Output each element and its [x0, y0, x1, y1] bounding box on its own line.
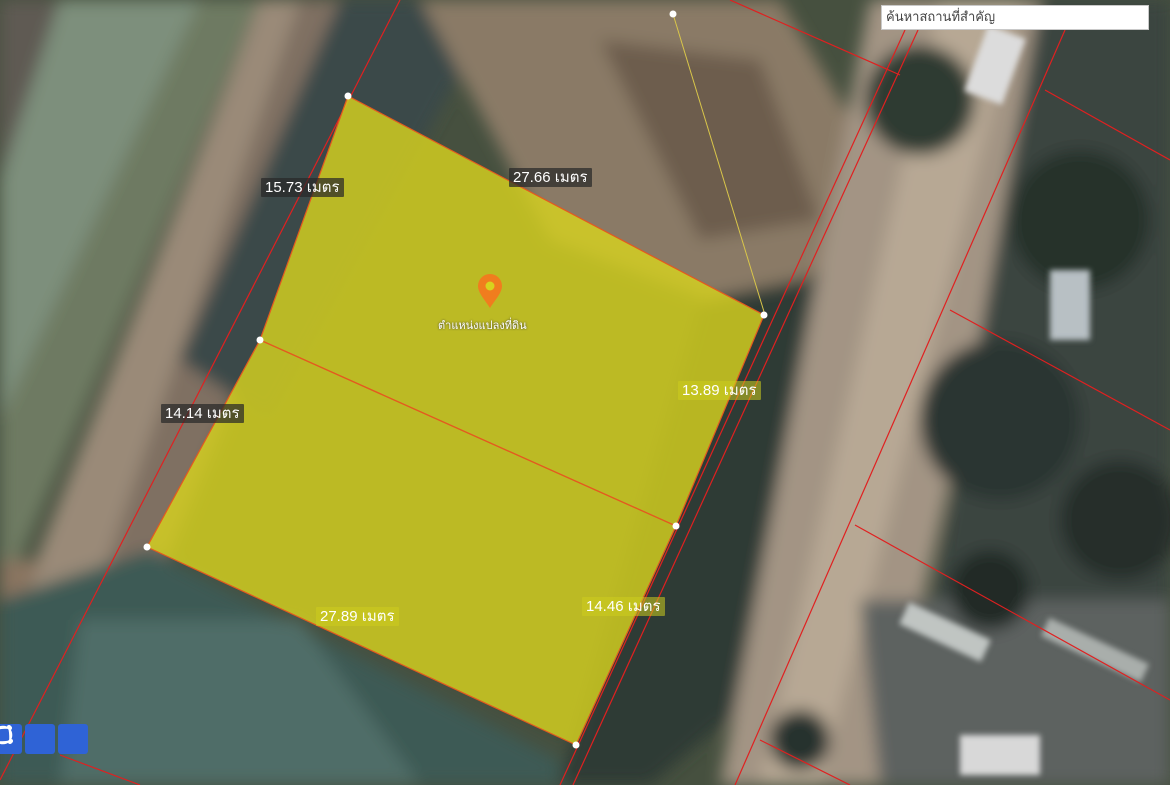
- measurement-bottom: 27.89 เมตร: [316, 607, 399, 626]
- landmark-search-input[interactable]: [881, 5, 1149, 30]
- measurement-right-lower: 14.46 เมตร: [582, 597, 665, 616]
- vertex-handle: [669, 10, 677, 18]
- vertex-handle: [672, 522, 680, 530]
- vertex-handle: [344, 92, 352, 100]
- vertex-handle: [143, 543, 151, 551]
- measurement-right-upper: 13.89 เมตร: [678, 381, 761, 400]
- parcel-location-label: ตำแหน่งแปลงที่ดิน: [438, 319, 527, 332]
- vertex-handle: [256, 336, 264, 344]
- draw-circle-button[interactable]: [0, 724, 88, 754]
- satellite-map[interactable]: ตำแหน่งแปลงที่ดิน 27.66 เมตร 15.73 เมตร …: [0, 0, 1170, 785]
- measurement-left-upper: 15.73 เมตร: [261, 178, 344, 197]
- measurement-left-lower: 14.14 เมตร: [161, 404, 244, 423]
- vertex-handle: [572, 741, 580, 749]
- draw-circle-icon: [0, 725, 13, 745]
- draw-rectangle-button[interactable]: [0, 724, 55, 754]
- drawing-toolbar: [0, 724, 88, 754]
- map-canvas[interactable]: [0, 0, 1170, 785]
- measurement-top: 27.66 เมตร: [509, 168, 592, 187]
- vertex-handle: [760, 311, 768, 319]
